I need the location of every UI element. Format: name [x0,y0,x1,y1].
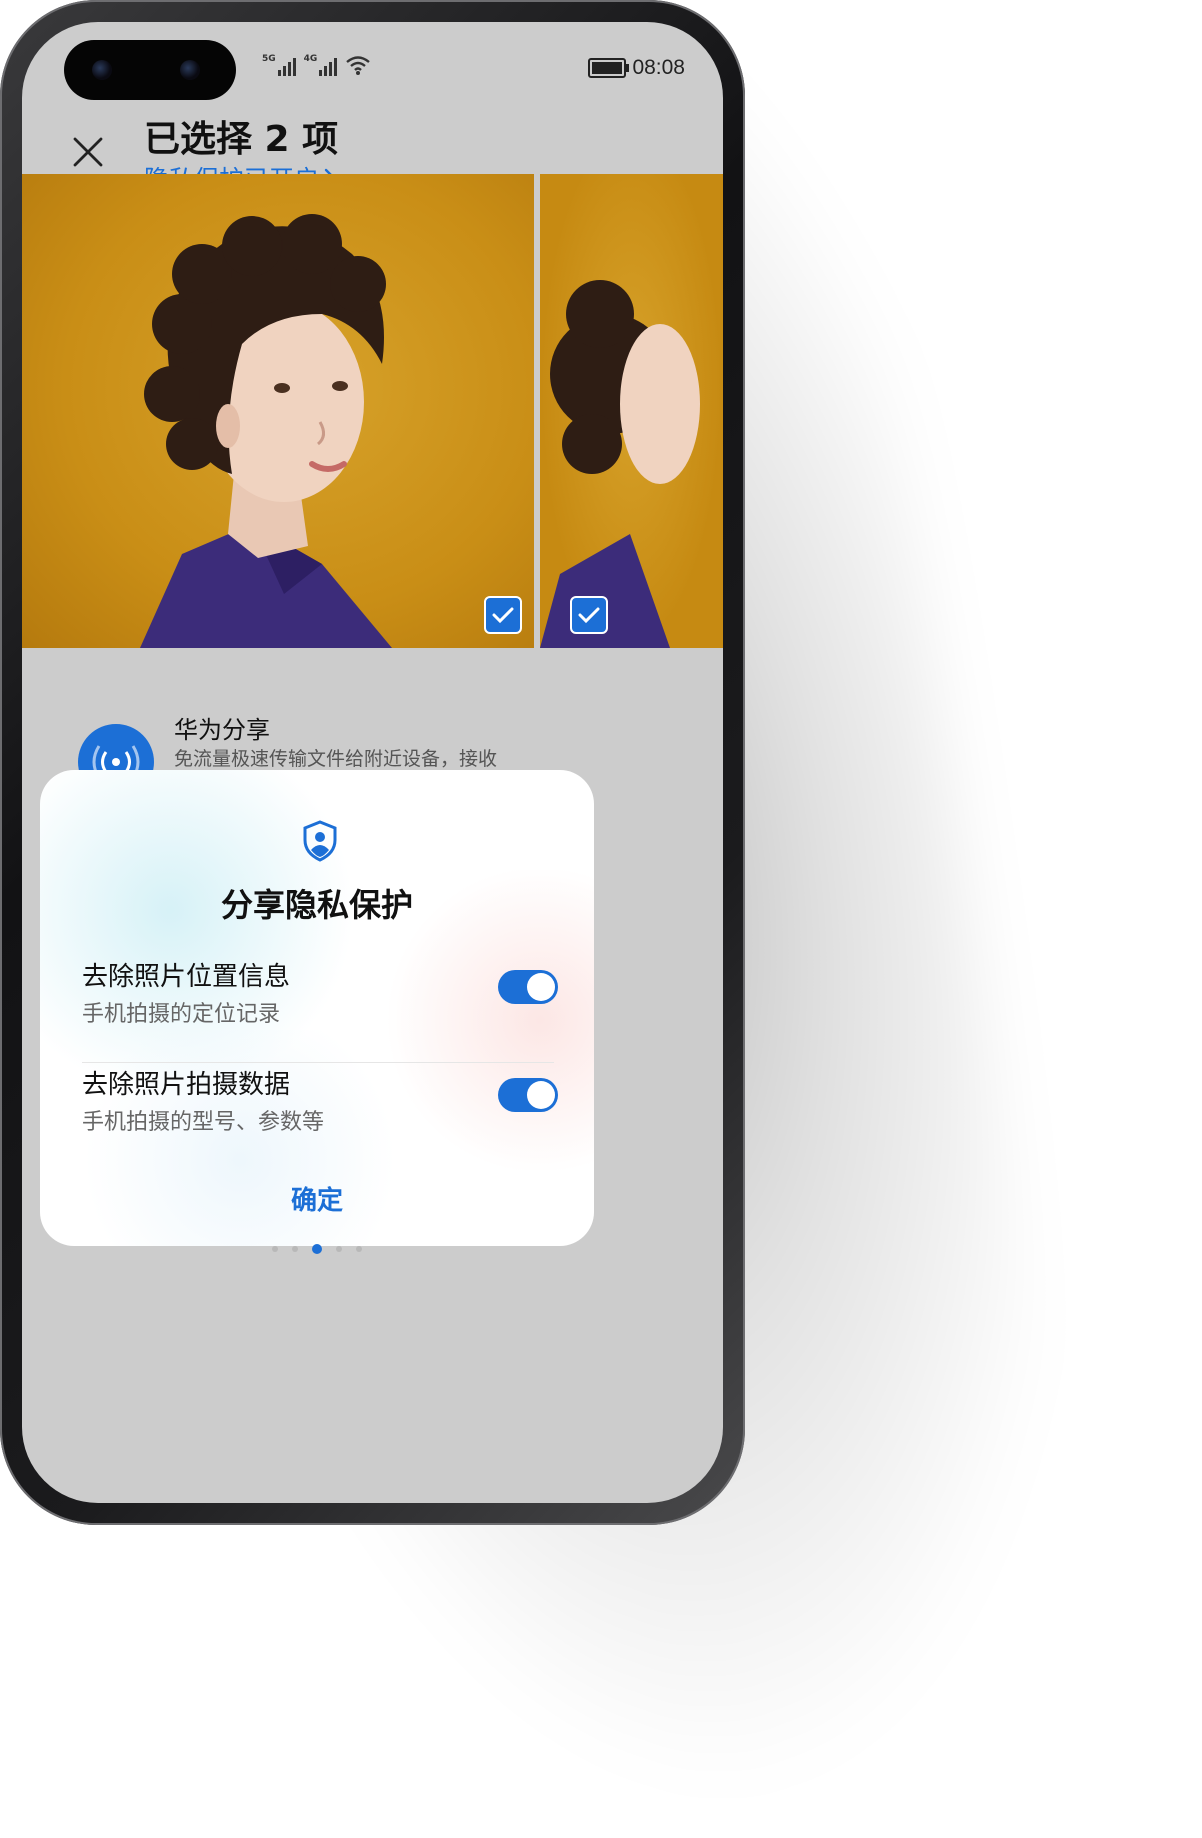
portrait-photo-partial [540,280,700,648]
option-remove-shooting-data-title: 去除照片拍摄数据 [82,1070,291,1100]
checkmark-icon [492,607,514,624]
stage: 5G 4G 08:08 已选择 2 项 华为分享 免流量极速传输文件给附近设备，… [0,0,1202,1838]
toggle-remove-location[interactable] [498,970,558,1004]
selected-checkbox-2[interactable] [570,596,608,634]
toggle-knob [527,1081,555,1109]
page-dot [356,1246,362,1252]
privacy-shield-icon [303,820,337,862]
privacy-dialog: 分享隐私保护 去除照片位置信息 手机拍摄的定位记录 去除照片拍摄数据 手机拍摄的… [40,770,594,1246]
page-dot [336,1246,342,1252]
signal-5g-label: 5G [262,54,276,64]
portrait-photo [140,214,392,648]
photo-thumbnail-1[interactable] [22,174,534,648]
option-remove-location-desc: 手机拍摄的定位记录 [82,1002,281,1027]
option-remove-location-title: 去除照片位置信息 [82,962,291,992]
page-title: 已选择 2 项 [144,119,339,160]
checkmark-icon [578,607,600,624]
wifi-icon [346,56,371,75]
page-indicator [272,1244,362,1254]
page-dot [292,1246,298,1252]
dialog-title: 分享隐私保护 [220,886,413,924]
divider [82,1062,554,1063]
page-dot-active [312,1244,322,1254]
battery-icon [588,58,630,78]
toggle-knob [527,973,555,1001]
page-dot [272,1246,278,1252]
share-title: 华为分享 [174,716,270,744]
status-right: 08:08 [588,56,685,80]
toggle-remove-shooting-data[interactable] [498,1078,558,1112]
option-remove-shooting-data-desc: 手机拍摄的型号、参数等 [82,1110,325,1135]
phone-frame: 5G 4G 08:08 已选择 2 项 华为分享 免流量极速传输文件给附近设备，… [0,0,745,1525]
status-signals: 5G 4G [262,54,371,76]
photo-thumbnail-2[interactable] [540,174,723,648]
front-camera [64,40,236,100]
signal-4g-label: 4G [303,54,318,64]
camera-lens-icon [180,60,200,80]
close-button[interactable] [58,122,118,182]
selected-checkbox-1[interactable] [484,596,522,634]
confirm-button[interactable]: 确定 [40,1180,594,1217]
signal-4g-icon: 4G [304,54,338,76]
clock: 08:08 [632,56,685,79]
signal-5g-icon: 5G [262,54,296,76]
close-icon [73,137,103,167]
camera-lens-icon [92,60,112,80]
phone-screen: 5G 4G 08:08 已选择 2 项 华为分享 免流量极速传输文件给附近设备，… [22,22,723,1503]
share-description: 免流量极速传输文件给附近设备，接收 [174,748,498,770]
